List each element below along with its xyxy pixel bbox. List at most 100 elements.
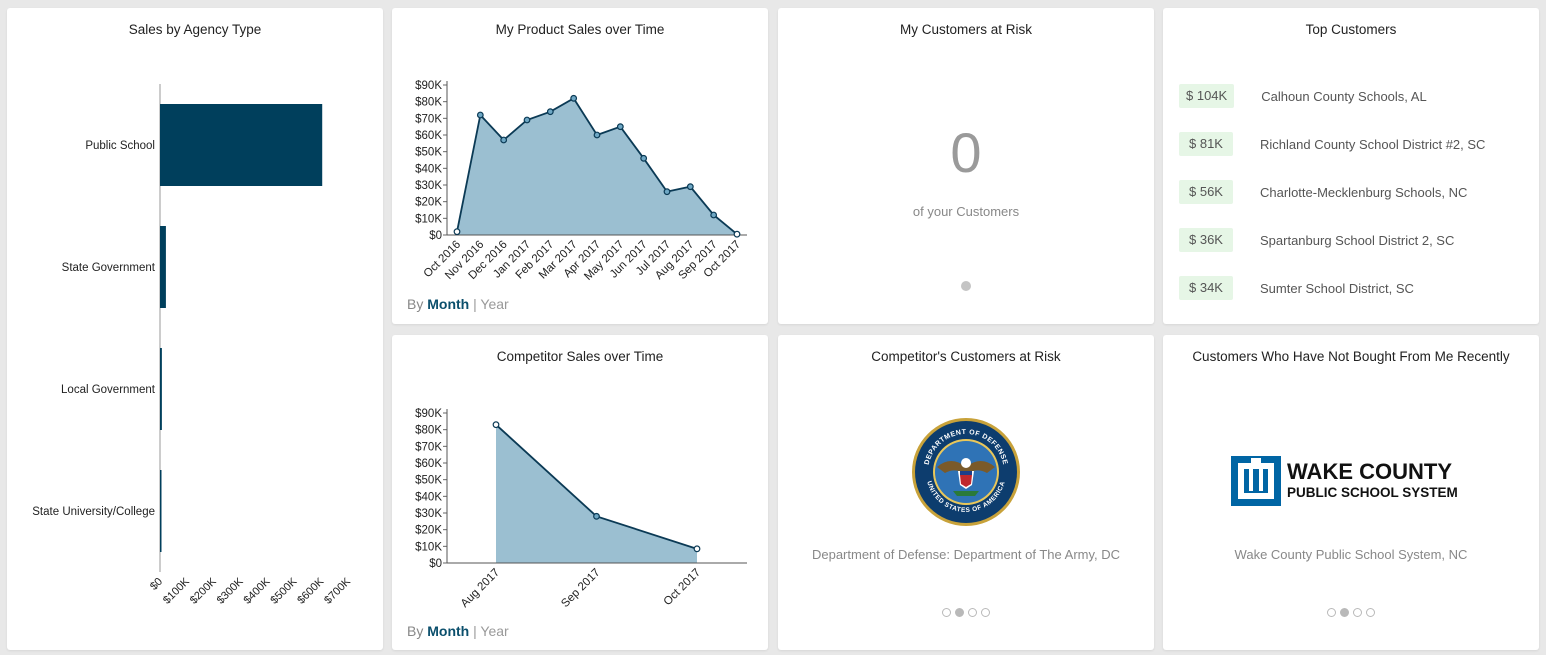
competitor-sales-period-toggle: By Month | Year xyxy=(407,623,509,639)
top-customer-row[interactable]: $ 56K Charlotte-Mecklenburg Schools, NC xyxy=(1179,180,1467,204)
category-label: State Government xyxy=(62,262,156,274)
bar xyxy=(160,348,162,430)
y-tick-label: $20K xyxy=(415,525,442,537)
data-point xyxy=(546,108,554,116)
x-tick-label: $600K xyxy=(295,575,326,606)
wake-county-logo: WAKE COUNTY PUBLIC SCHOOL SYSTEM xyxy=(1231,456,1458,506)
customer-name-link[interactable]: Spartanburg School District 2, SC xyxy=(1260,233,1454,248)
toggle-separator: | xyxy=(473,623,477,639)
data-point xyxy=(523,116,531,124)
y-tick-label: $10K xyxy=(415,213,442,225)
y-tick-label: $20K xyxy=(415,197,442,209)
by-label: By xyxy=(407,296,424,312)
competitor-customers-at-risk-card: Competitor's Customers at Risk DEPARTMEN… xyxy=(778,335,1154,650)
carousel-dot[interactable] xyxy=(1353,608,1362,617)
not-bought-recently-card: Customers Who Have Not Bought From Me Re… xyxy=(1163,335,1539,650)
top-customer-row[interactable]: $ 104K Calhoun County Schools, AL xyxy=(1179,84,1427,108)
data-point xyxy=(593,512,600,520)
agency-type-bar-chart: Public School State Government Local Gover… xyxy=(32,84,354,607)
customer-sales-badge: $ 36K xyxy=(1179,228,1233,252)
carousel-dot[interactable] xyxy=(1366,608,1375,617)
bar xyxy=(160,226,166,308)
year-toggle[interactable]: Year xyxy=(480,623,508,639)
carousel-dot-active[interactable] xyxy=(1340,608,1349,617)
competitor-customer-caption[interactable]: Department of Defense: Department of The… xyxy=(778,547,1154,562)
customer-name-link[interactable]: Charlotte-Mecklenburg Schools, NC xyxy=(1260,185,1467,200)
my-product-sales-card: My Product Sales over Time $0 $10K $20K $30… xyxy=(392,8,768,324)
y-tick-label: $80K xyxy=(415,97,442,109)
x-tick-label: $700K xyxy=(322,575,353,606)
dod-seal-logo: DEPARTMENT OF DEFENSE UNITED STATES OF A… xyxy=(912,418,1020,526)
bar xyxy=(160,104,323,186)
category-label: Local Government xyxy=(61,384,156,396)
y-tick-label: $50K xyxy=(415,147,442,159)
my-product-sales-chart: $0$10K$20K$30K$40K$50K$60K$70K$80K$90KOc… xyxy=(415,80,747,283)
x-tick-label: $500K xyxy=(268,575,299,606)
x-tick-label: $0 xyxy=(148,576,165,593)
y-tick-label: $0 xyxy=(429,558,442,570)
data-point xyxy=(693,545,701,553)
customer-sales-badge: $ 81K xyxy=(1179,132,1233,156)
my-customers-at-risk-title: My Customers at Risk xyxy=(899,22,1033,37)
my-customers-at-risk-card: My Customers at Risk 0 of your Customers xyxy=(778,8,1154,324)
x-tick-label: Sep 2017 xyxy=(559,567,602,610)
by-label: By xyxy=(407,623,424,639)
customer-sales-badge: $ 104K xyxy=(1179,84,1235,108)
carousel-dot[interactable] xyxy=(942,608,951,617)
y-tick-label: $10K xyxy=(415,541,442,553)
top-customer-row[interactable]: $ 81K Richland County School District #2… xyxy=(1179,132,1485,156)
y-tick-label: $40K xyxy=(415,491,442,503)
customer-name-link[interactable]: Sumter School District, SC xyxy=(1260,281,1414,296)
y-tick-label: $80K xyxy=(415,425,442,437)
carousel-dots xyxy=(1163,604,1539,622)
customer-sales-badge: $ 56K xyxy=(1179,180,1233,204)
data-point xyxy=(593,131,601,139)
top-customer-row[interactable]: $ 36K Spartanburg School District 2, SC xyxy=(1179,228,1454,252)
month-toggle[interactable]: Month xyxy=(427,623,469,639)
customer-logo-area[interactable]: DEPARTMENT OF DEFENSE UNITED STATES OF A… xyxy=(778,417,1154,527)
x-tick-label: Aug 2017 xyxy=(459,567,502,610)
my-sales-period-toggle: By Month | Year xyxy=(407,296,509,312)
y-tick-label: $90K xyxy=(415,408,442,420)
x-tick-label: Oct 2017 xyxy=(662,567,703,608)
y-tick-label: $30K xyxy=(415,180,442,192)
customer-name-link[interactable]: Richland County School District #2, SC xyxy=(1260,137,1485,152)
not-bought-customer-caption[interactable]: Wake County Public School System, NC xyxy=(1163,547,1539,562)
not-bought-recently-title: Customers Who Have Not Bought From Me Re… xyxy=(1192,349,1510,364)
data-point xyxy=(453,228,461,236)
wake-logo-line1: WAKE COUNTY xyxy=(1287,459,1452,484)
month-toggle[interactable]: Month xyxy=(427,296,469,312)
category-label: State University/College xyxy=(32,506,155,518)
competitor-sales-chart: $0 $10K $20K $30K $40K $50K $60K $70K $80K $90K Au… xyxy=(415,408,747,610)
data-point xyxy=(570,94,578,102)
carousel-dot[interactable] xyxy=(1327,608,1336,617)
carousel-dot[interactable] xyxy=(981,608,990,617)
customer-logo-area[interactable]: WAKE COUNTY PUBLIC SCHOOL SYSTEM xyxy=(1163,455,1539,507)
series-area xyxy=(457,98,737,235)
at-risk-caption: of your Customers xyxy=(912,204,1020,219)
top-customer-row[interactable]: $ 34K Sumter School District, SC xyxy=(1179,276,1414,300)
carousel-dot[interactable] xyxy=(961,281,971,291)
agency-type-card: Sales by Agency Type Public School State … xyxy=(7,8,383,650)
y-tick-label: $70K xyxy=(415,113,442,125)
y-tick-label: $50K xyxy=(415,475,442,487)
data-point xyxy=(616,123,624,131)
competitor-sales-card: Competitor Sales over Time $0 $10K $20K $30… xyxy=(392,335,768,650)
carousel-dot[interactable] xyxy=(968,608,977,617)
year-toggle[interactable]: Year xyxy=(480,296,508,312)
y-tick-label: $60K xyxy=(415,130,442,142)
y-tick-label: $60K xyxy=(415,458,442,470)
data-point xyxy=(492,421,500,429)
data-point xyxy=(640,154,648,162)
carousel-dot-active[interactable] xyxy=(955,608,964,617)
x-tick-label: $100K xyxy=(161,575,192,606)
series-area xyxy=(496,424,697,563)
at-risk-count: 0 xyxy=(950,121,982,184)
y-tick-label: $70K xyxy=(415,441,442,453)
data-point xyxy=(686,183,694,191)
customer-name-link[interactable]: Calhoun County Schools, AL xyxy=(1261,89,1427,104)
wake-logo-line2: PUBLIC SCHOOL SYSTEM xyxy=(1287,485,1458,500)
y-tick-label: $30K xyxy=(415,508,442,520)
competitor-customers-at-risk-title: Competitor's Customers at Risk xyxy=(871,349,1061,364)
toggle-separator: | xyxy=(473,296,477,312)
